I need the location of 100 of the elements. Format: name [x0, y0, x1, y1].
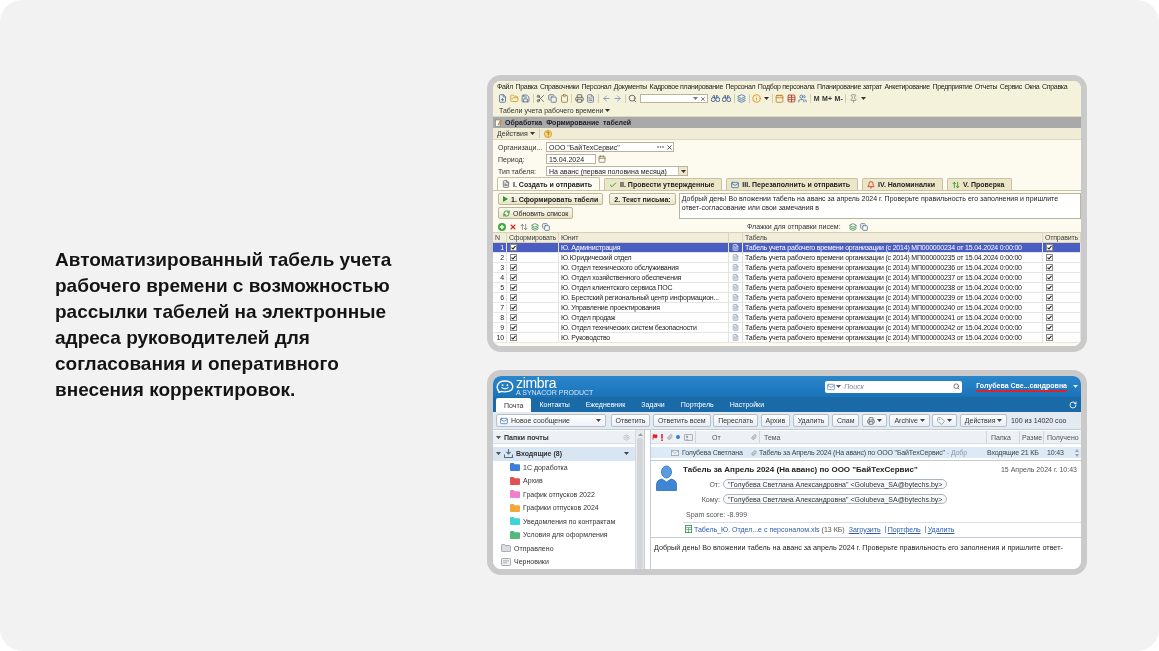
caret-icon[interactable] — [596, 419, 601, 422]
checkbox[interactable] — [1046, 334, 1053, 341]
caret-icon[interactable] — [529, 132, 535, 135]
table-icon[interactable] — [786, 94, 796, 103]
refresh-icon[interactable] — [1069, 400, 1077, 409]
caret-icon[interactable] — [876, 419, 882, 422]
checkbox[interactable] — [510, 314, 517, 321]
envelope-icon — [671, 449, 679, 456]
checkmark-icon — [609, 180, 618, 189]
document-icon — [732, 274, 739, 281]
refresh-icon — [503, 209, 510, 217]
document-icon — [732, 284, 739, 291]
caption-text: Автоматизированный табель учета рабочего времени с возможностью рассылки табелей на электронные адреса руководителей для согласования и оперативного внесения корректировок. — [55, 248, 393, 402]
bell-icon — [866, 180, 875, 189]
scrollbar[interactable] — [635, 430, 644, 569]
page-icon[interactable] — [586, 94, 596, 103]
paperclip-icon — [751, 449, 757, 456]
caret-icon[interactable] — [947, 419, 953, 422]
checkbox[interactable] — [1046, 304, 1053, 311]
copy-icon[interactable] — [547, 94, 557, 103]
status-dot-icon[interactable] — [676, 435, 680, 439]
calendar-icon[interactable] — [598, 155, 606, 163]
checkbox[interactable] — [1046, 274, 1053, 281]
printer-icon — [866, 416, 875, 425]
caret-icon[interactable] — [860, 97, 866, 100]
layers-icon[interactable] — [531, 222, 539, 231]
checkbox[interactable] — [1046, 324, 1053, 331]
delete-icon[interactable] — [509, 222, 517, 231]
paperclip-icon[interactable] — [751, 434, 757, 440]
checkbox[interactable] — [1046, 244, 1053, 251]
clear-icon[interactable] — [666, 143, 673, 151]
caret-icon[interactable] — [624, 452, 629, 456]
caret-icon[interactable] — [605, 109, 611, 112]
document-icon — [502, 180, 510, 188]
expand-arrow-icon[interactable] — [496, 434, 501, 440]
binoculars-icon[interactable] — [722, 95, 732, 102]
help-icon[interactable] — [543, 129, 552, 138]
checkbox[interactable] — [510, 274, 517, 281]
layers-icon[interactable] — [737, 94, 747, 103]
pencil-icon — [495, 118, 502, 127]
caret-icon[interactable] — [836, 385, 842, 388]
caret-icon[interactable] — [680, 169, 686, 173]
print-menu-button[interactable] — [861, 414, 887, 427]
checkbox[interactable] — [510, 304, 517, 311]
caret-icon[interactable] — [919, 419, 925, 422]
checkbox[interactable] — [1046, 294, 1053, 301]
checkbox[interactable] — [1046, 284, 1053, 291]
inbox-tray-icon — [504, 449, 513, 459]
checkbox[interactable] — [510, 264, 517, 271]
clear-icon[interactable] — [699, 95, 706, 102]
search-icon[interactable] — [953, 383, 961, 390]
caret-icon[interactable] — [764, 97, 770, 100]
message-title: Табель за Апрель 2024 (На аванс) по ООО "БайТехСервис" — [683, 464, 918, 474]
users-icon[interactable] — [798, 94, 808, 103]
checkbox[interactable] — [510, 324, 517, 331]
note-icon — [501, 557, 511, 566]
checkbox[interactable] — [510, 294, 517, 301]
layers-icon[interactable] — [848, 222, 857, 231]
calendar-icon[interactable] — [775, 94, 785, 103]
logo-icon — [496, 380, 514, 393]
checkbox[interactable] — [1046, 264, 1053, 271]
logo-text: zimbra — [516, 377, 557, 389]
document-icon — [732, 314, 739, 321]
copy-icon[interactable] — [542, 222, 550, 231]
binoculars-icon[interactable] — [710, 95, 720, 102]
new-document-icon[interactable] — [498, 94, 507, 103]
document-icon — [732, 254, 739, 261]
tag-icon — [937, 416, 946, 425]
search-field[interactable] — [639, 94, 708, 103]
checkbox[interactable] — [1046, 314, 1053, 321]
arrows-icon — [952, 180, 961, 189]
checkbox[interactable] — [510, 334, 517, 341]
person-silhouette-icon — [656, 465, 677, 491]
clipboard-icon[interactable] — [559, 94, 569, 103]
add-icon[interactable] — [498, 222, 506, 231]
spreadsheet-icon — [685, 525, 692, 533]
checkbox[interactable] — [510, 244, 517, 251]
expand-arrow-icon[interactable] — [496, 451, 501, 457]
flag-icon[interactable] — [652, 434, 658, 440]
tag-menu-button[interactable] — [932, 414, 958, 427]
document-icon — [732, 334, 739, 341]
document-icon — [732, 304, 739, 311]
copy-icon[interactable] — [859, 222, 868, 231]
play-icon — [503, 196, 508, 202]
document-icon — [732, 324, 739, 331]
checkbox[interactable] — [510, 254, 517, 261]
envelope-icon — [731, 180, 740, 189]
printer-icon[interactable] — [574, 94, 584, 103]
sort-icon[interactable] — [520, 222, 528, 231]
document-icon — [732, 264, 739, 271]
envelope-icon — [500, 416, 508, 425]
document-icon — [732, 294, 739, 301]
search-icon[interactable] — [628, 94, 638, 103]
paperclip-icon[interactable] — [666, 434, 673, 440]
scissors-icon[interactable] — [536, 94, 546, 103]
checkbox[interactable] — [510, 284, 517, 291]
document-icon — [732, 244, 739, 251]
folder-icon — [501, 544, 511, 553]
checkbox[interactable] — [1046, 254, 1053, 261]
caret-icon[interactable] — [997, 419, 1003, 422]
